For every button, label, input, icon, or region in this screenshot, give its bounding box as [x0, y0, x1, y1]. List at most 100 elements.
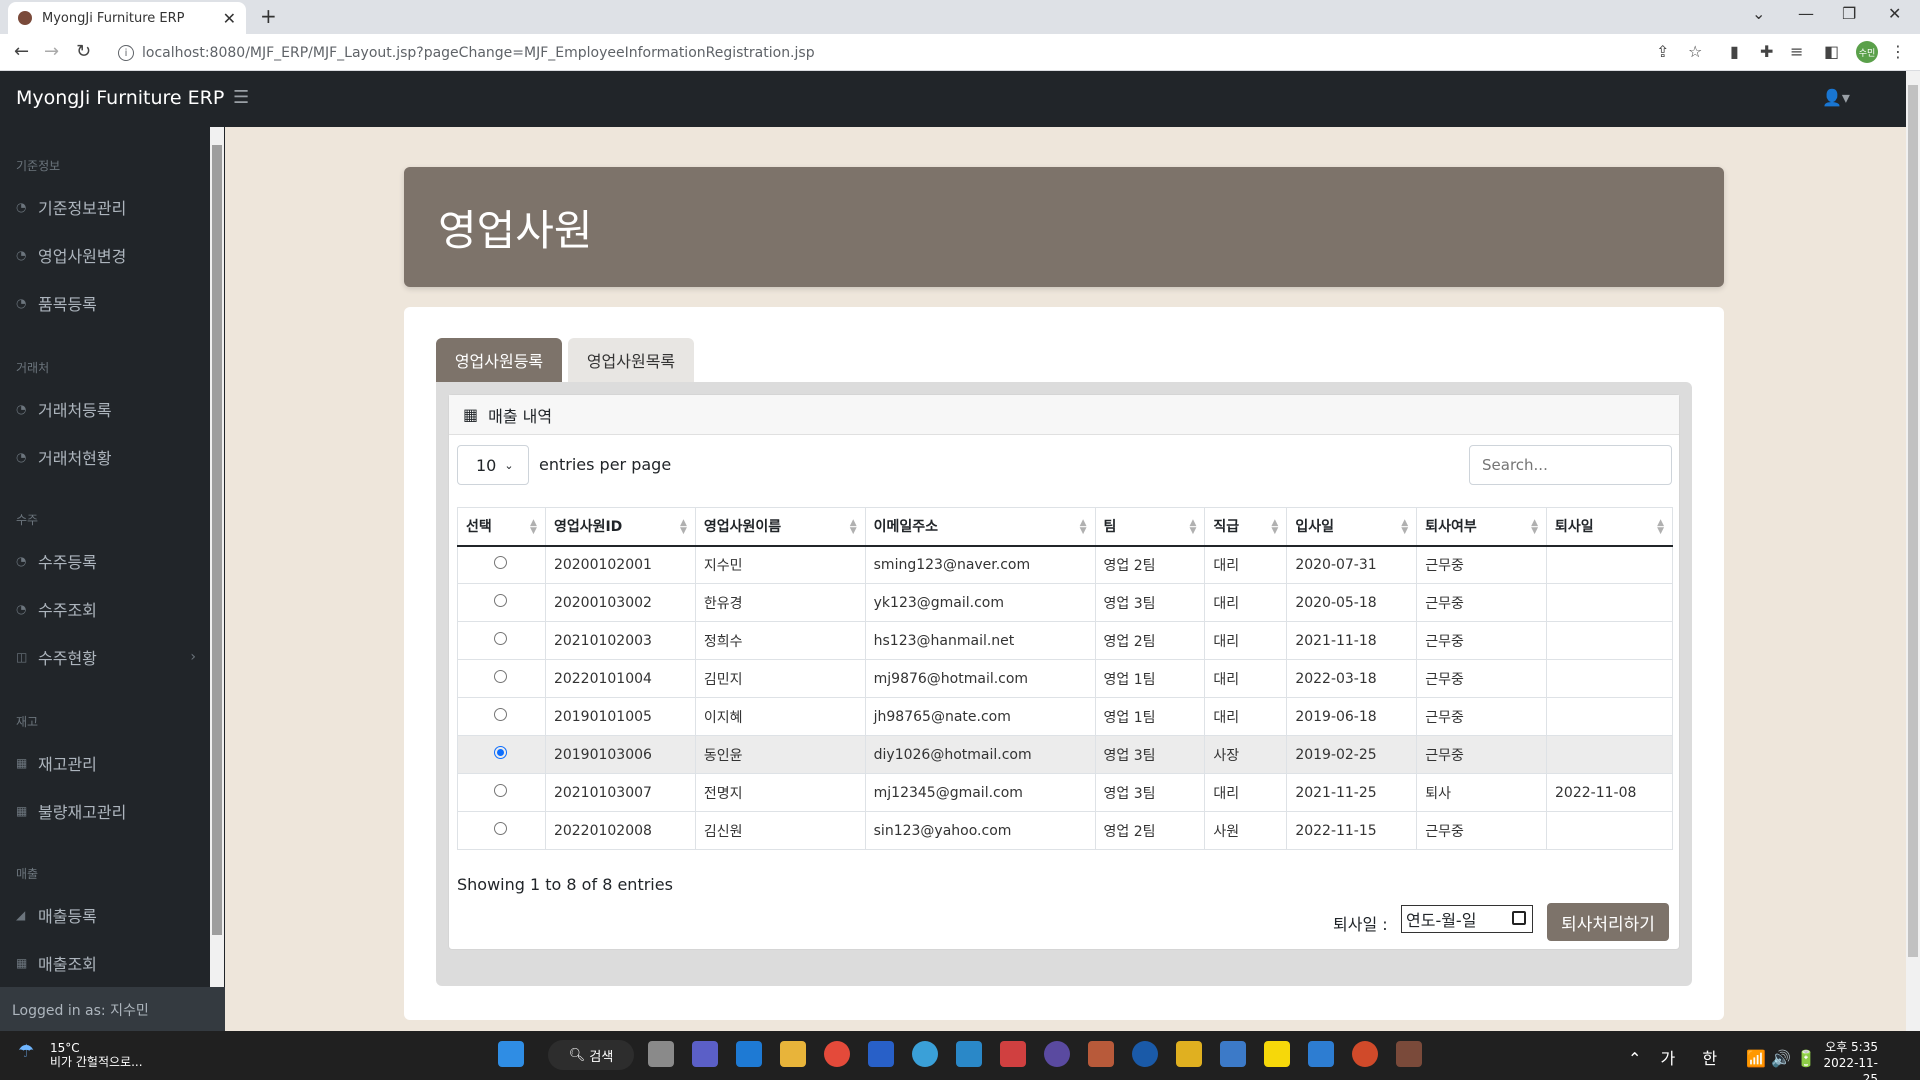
extension-icon[interactable]: ▮ [1730, 42, 1739, 61]
sidebar-item[interactable]: ◢ 매출등록 [16, 903, 196, 927]
sidebar-item[interactable]: ◫ 수주현황 › [16, 645, 196, 669]
browser-tab[interactable]: MyongJi Furniture ERP ✕ [8, 2, 246, 34]
app-icon-5[interactable] [1044, 1041, 1070, 1067]
volume-icon[interactable]: 🔊 [1771, 1049, 1791, 1068]
app-icon-4[interactable] [1000, 1041, 1026, 1067]
task-view-icon[interactable] [648, 1041, 674, 1067]
sidebar-item[interactable]: ◔ 거래처현황 [16, 445, 196, 469]
tab-employee-list[interactable]: 영업사원목록 [568, 338, 694, 382]
restore-button[interactable]: ❐ [1842, 4, 1856, 23]
row-select-radio[interactable] [494, 632, 507, 645]
app-icon-10[interactable] [1308, 1041, 1334, 1067]
column-header[interactable]: 영업사원ID ▲ ▼ [544, 507, 696, 547]
app-icon-9[interactable] [1220, 1041, 1246, 1067]
site-info-icon[interactable]: i [118, 45, 134, 61]
table-info: Showing 1 to 8 of 8 entries [457, 875, 673, 894]
tray-chevron-icon[interactable]: ⌃ [1628, 1049, 1641, 1068]
app-icon-8[interactable] [1176, 1041, 1202, 1067]
sidebar-toggle-icon[interactable]: ☰ [233, 87, 249, 108]
ime-mode[interactable]: 가 [1661, 1049, 1676, 1068]
table-row[interactable]: 20220102008 김신원 sin123@yahoo.com 영업 2팀 사원 202… [457, 811, 1673, 850]
bookmark-star-icon[interactable]: ☆ [1688, 42, 1702, 61]
minimize-button[interactable]: — [1798, 4, 1814, 23]
column-header[interactable]: 이메일주소 ▲ ▼ [864, 507, 1096, 547]
app-icon-11[interactable] [1396, 1041, 1422, 1067]
app-icon-7[interactable] [1132, 1041, 1158, 1067]
reload-icon[interactable]: ↻ [76, 41, 91, 62]
sidebar-item[interactable]: ◔ 영업사원변경 [16, 243, 196, 267]
start-icon[interactable] [498, 1041, 524, 1067]
clock[interactable]: 오후 5:35 2022-11-25 [1810, 1039, 1878, 1080]
column-header[interactable]: 팀 ▲ ▼ [1094, 507, 1206, 547]
sidebar-item[interactable]: ▦ 재고관리 [16, 751, 196, 775]
table-row[interactable]: 20220101004 김민지 mj9876@hotmail.com 영업 1팀 대리 2… [457, 659, 1673, 698]
side-panel-icon[interactable]: ◧ [1824, 42, 1839, 61]
column-header[interactable]: 직급 ▲ ▼ [1204, 507, 1288, 547]
column-header[interactable]: 입사일 ▲ ▼ [1286, 507, 1418, 547]
hire-date-cell: 2021-11-18 [1286, 621, 1418, 660]
table-row[interactable]: 20210102003 정희수 hs123@hanmail.net 영업 2팀 대리 20… [457, 621, 1673, 660]
entries-per-page-select[interactable]: 10 ⌄ [457, 445, 529, 485]
column-header[interactable]: 영업사원이름 ▲ ▼ [694, 507, 866, 547]
row-select-radio[interactable] [494, 746, 507, 759]
sidebar-item[interactable]: ◔ 기준정보관리 [16, 195, 196, 219]
column-header[interactable]: 선택 ▲ ▼ [457, 507, 546, 547]
sidebar-item[interactable]: ◔ 거래처등록 [16, 397, 196, 421]
hire-date-cell: 2019-02-25 [1286, 735, 1418, 774]
table-row[interactable]: 20210103007 전명지 mj12345@gmail.com 영업 3팀 대리 20… [457, 773, 1673, 812]
forward-icon[interactable]: → [44, 41, 59, 62]
url-field[interactable]: i localhost:8080/MJF_ERP/MJF_Layout.jsp?… [112, 39, 1652, 67]
row-select-radio[interactable] [494, 784, 507, 797]
sidebar-item[interactable]: ▦ 매출조회 [16, 951, 196, 975]
sidebar-item[interactable]: ◔ 수주조회 [16, 597, 196, 621]
table-row[interactable]: 20200102001 지수민 sming123@naver.com 영업 2팀 대리 2… [457, 545, 1673, 584]
powerpoint-icon[interactable] [1352, 1041, 1378, 1067]
user-dropdown-icon[interactable]: 👤▾ [1822, 88, 1850, 107]
row-select-radio[interactable] [494, 822, 507, 835]
brand-title[interactable]: MyongJi Furniture ERP [16, 87, 224, 109]
close-window-button[interactable]: ✕ [1888, 4, 1901, 23]
close-tab-icon[interactable]: ✕ [223, 9, 236, 28]
puzzle-icon[interactable]: ✚ [1760, 42, 1773, 61]
reading-list-icon[interactable]: ≡ [1790, 42, 1803, 61]
retire-date-input[interactable]: 연도-월-일 [1401, 905, 1533, 933]
sidebar-item[interactable]: ◔ 수주등록 [16, 549, 196, 573]
tab-search-icon[interactable]: ⌄ [1752, 4, 1765, 23]
column-header[interactable]: 퇴사여부 ▲ ▼ [1416, 507, 1548, 547]
new-tab-button[interactable]: + [260, 4, 277, 28]
back-icon[interactable]: ← [14, 41, 29, 62]
row-select-radio[interactable] [494, 594, 507, 607]
search-input[interactable] [1469, 445, 1672, 485]
tab-employee-registration[interactable]: 영업사원등록 [436, 338, 562, 382]
select-cell [457, 735, 546, 774]
app-icon-3[interactable] [956, 1041, 982, 1067]
sidebar-item[interactable]: ▦ 불량재고관리 [16, 799, 196, 823]
retire-button[interactable]: 퇴사처리하기 [1547, 903, 1669, 941]
ime-lang[interactable]: 한 [1702, 1049, 1717, 1068]
column-header[interactable]: 퇴사일 ▲ ▼ [1546, 507, 1673, 547]
table-row[interactable]: 20190103006 동인윤 diy1026@hotmail.com 영업 3팀 사장… [457, 735, 1673, 774]
table-row[interactable]: 20190101005 이지혜 jh98765@nate.com 영업 1팀 대리 201… [457, 697, 1673, 736]
taskbar-search[interactable]: 🔍︎ 검색 [548, 1040, 634, 1070]
chrome-icon[interactable] [824, 1041, 850, 1067]
teams-icon[interactable] [692, 1041, 718, 1067]
file-explorer-icon[interactable] [780, 1041, 806, 1067]
share-icon[interactable]: ⇪ [1656, 42, 1669, 61]
kakaotalk-icon[interactable] [1264, 1041, 1290, 1067]
more-menu-icon[interactable]: ⋮ [1890, 42, 1906, 61]
row-select-radio[interactable] [494, 708, 507, 721]
page-scrollbar[interactable] [1906, 71, 1920, 1031]
row-select-radio[interactable] [494, 670, 507, 683]
row-select-radio[interactable] [494, 556, 507, 570]
app-icon-2[interactable] [912, 1041, 938, 1067]
wifi-icon[interactable]: 📶 [1746, 1049, 1766, 1068]
calendar-icon[interactable] [1512, 911, 1526, 925]
mail-icon[interactable] [736, 1041, 762, 1067]
profile-avatar[interactable]: 수민 [1856, 41, 1878, 63]
table-row[interactable]: 20200103002 한유경 yk123@gmail.com 영업 3팀 대리 2020… [457, 583, 1673, 622]
sidebar-heading: 거래처 [16, 361, 50, 375]
sidebar-item[interactable]: ◔ 품목등록 [16, 291, 196, 315]
sidebar-scrollbar[interactable] [210, 127, 224, 989]
app-icon-1[interactable] [868, 1041, 894, 1067]
app-icon-6[interactable] [1088, 1041, 1114, 1067]
